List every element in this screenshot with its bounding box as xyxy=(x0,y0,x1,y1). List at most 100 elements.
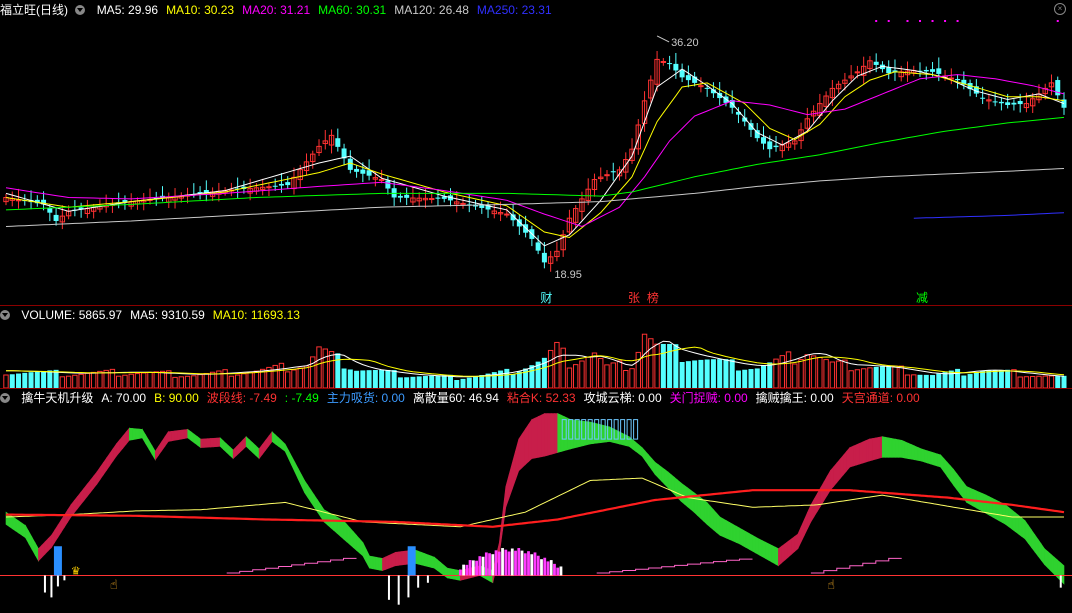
candle-body xyxy=(610,171,616,173)
ribbon-segment xyxy=(690,489,695,513)
volume-bar xyxy=(955,368,961,388)
legend-entry: 波段线: -7.49 xyxy=(206,391,277,405)
ribbon-segment xyxy=(447,567,451,579)
below-zero-bar xyxy=(1059,575,1062,588)
ribbon-segment xyxy=(745,531,750,550)
volume-bar xyxy=(710,359,716,388)
legend-entry: 离散量60: 46.94 xyxy=(412,391,499,405)
panel-separator xyxy=(0,388,1072,389)
histogram-bar xyxy=(494,550,498,576)
candle-body xyxy=(698,85,704,88)
accumulation-bar xyxy=(407,546,416,576)
ribbon-segment xyxy=(930,451,935,466)
volume-bar xyxy=(454,380,460,388)
histogram-bar xyxy=(527,551,530,576)
ribbon-segment xyxy=(680,482,685,505)
ribbon-segment xyxy=(664,468,669,489)
ribbon-segment xyxy=(706,501,711,528)
below-zero-bar xyxy=(63,575,66,581)
ribbon-segment xyxy=(748,532,753,552)
ribbon-segment xyxy=(781,543,786,564)
candle-body xyxy=(1005,102,1011,105)
collapse-icon[interactable] xyxy=(75,5,86,15)
ribbon-segment xyxy=(885,436,890,458)
volume-bar xyxy=(385,369,391,388)
ribbon-segment xyxy=(518,433,523,472)
signal-dot xyxy=(919,20,922,22)
candle-body xyxy=(53,214,59,221)
candle-body xyxy=(761,137,767,144)
legend-entry: MA120: 26.48 xyxy=(394,3,469,17)
histogram-bar xyxy=(465,564,469,576)
close-icon[interactable]: × xyxy=(1054,3,1066,15)
ribbon-segment xyxy=(787,538,792,558)
candle-body xyxy=(354,168,360,172)
ribbon-segment xyxy=(544,413,549,457)
ribbon-segment xyxy=(732,523,737,543)
volume-bar xyxy=(429,375,435,388)
legend-entry: 关门捉贼: 0.00 xyxy=(669,391,748,405)
stock-title: 福立旺(日线) xyxy=(0,3,68,17)
volume-bar xyxy=(460,378,466,388)
signal-dot xyxy=(956,20,959,22)
ribbon-segment xyxy=(184,429,189,439)
ribbon-segment xyxy=(378,557,383,571)
candle-body xyxy=(886,67,892,74)
volume-bar xyxy=(961,375,967,388)
volume-bar xyxy=(748,369,754,388)
ribbon-segment xyxy=(375,556,380,571)
candle-body xyxy=(992,101,998,103)
ribbon-segment xyxy=(541,413,546,458)
candle-body xyxy=(541,252,547,263)
volume-bar xyxy=(998,369,1004,388)
ribbon-segment xyxy=(200,438,205,448)
ribbon-segment xyxy=(177,429,182,441)
candle-body xyxy=(1011,102,1017,105)
volume-bar xyxy=(679,362,685,388)
histogram-bar xyxy=(540,559,543,576)
volume-bar xyxy=(660,343,666,388)
volume-bar xyxy=(466,377,472,388)
event-marker: 减 xyxy=(916,291,928,305)
histogram-bar xyxy=(507,551,511,576)
signal-dot xyxy=(875,20,878,22)
volume-bar xyxy=(879,366,885,388)
ribbon-segment xyxy=(203,438,208,448)
histogram-bar xyxy=(481,556,485,576)
ribbon-segment xyxy=(687,487,692,511)
histogram-bar xyxy=(497,551,501,576)
volume-bar xyxy=(936,373,942,388)
ribbon-segment xyxy=(920,448,925,463)
legend-entry: 天宫通道: 0.00 xyxy=(841,391,920,405)
ribbon-segment xyxy=(859,441,864,465)
legend-entry: : -7.49 xyxy=(284,391,319,405)
candle-body xyxy=(266,186,272,189)
ribbon-segment xyxy=(213,437,218,448)
ribbon-segment xyxy=(1002,502,1006,525)
ribbon-segment xyxy=(382,556,387,572)
histogram-bar xyxy=(501,548,504,576)
candle-body xyxy=(773,145,779,148)
volume-bar xyxy=(1005,369,1011,388)
ribbon-segment xyxy=(735,525,740,545)
volume-bar xyxy=(347,369,353,388)
ribbon-segment xyxy=(453,569,458,581)
candle-body xyxy=(667,63,673,65)
volume-bar xyxy=(761,365,767,388)
volume-bar xyxy=(366,370,372,388)
candle-body xyxy=(404,194,410,198)
ribbon-segment xyxy=(875,436,880,460)
histogram-bar xyxy=(543,557,547,576)
collapse-icon[interactable] xyxy=(0,310,10,320)
ribbon-segment xyxy=(1011,509,1016,533)
ribbon-segment xyxy=(1044,548,1049,569)
candle-body xyxy=(385,180,391,189)
ribbon-segment xyxy=(700,496,705,522)
ribbon-segment xyxy=(352,530,357,551)
histogram-bar xyxy=(514,550,517,576)
ribbon-segment xyxy=(674,476,679,499)
low-label: 18.95 xyxy=(554,269,582,281)
ribbon-segment xyxy=(385,554,390,570)
ribbon-segment xyxy=(878,436,883,459)
collapse-icon[interactable] xyxy=(0,393,10,403)
